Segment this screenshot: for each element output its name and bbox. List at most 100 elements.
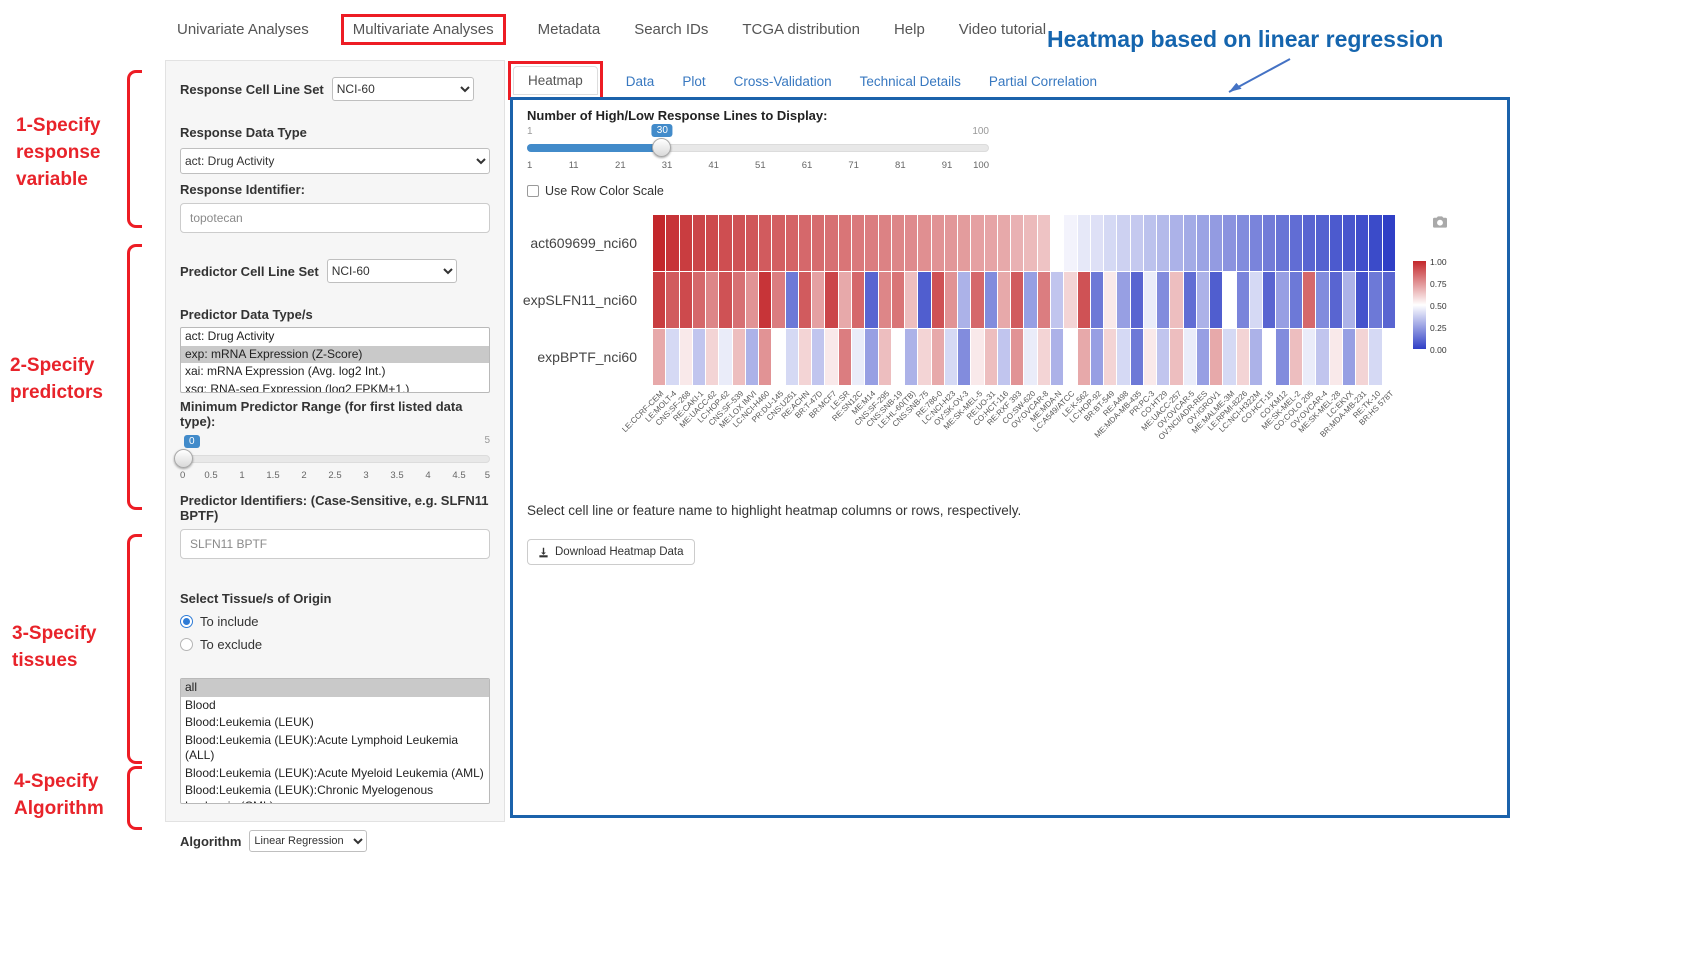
- nav-item-univariate-analyses[interactable]: Univariate Analyses: [175, 15, 311, 44]
- row-color-scale-checkbox[interactable]: [527, 185, 539, 197]
- tissue-exclude-radio[interactable]: To exclude: [180, 637, 490, 652]
- heatmap-cell: [1316, 329, 1328, 385]
- annotation-arrow-icon: [1205, 56, 1300, 102]
- heatmap-cell: [719, 272, 731, 328]
- heatmap-cell: [825, 215, 837, 271]
- nav-item-help[interactable]: Help: [892, 15, 927, 44]
- predictor-data-type-option[interactable]: xsq: RNA-seq Expression (log2 FPKM+1.): [181, 381, 489, 394]
- heatmap-cell: [680, 272, 692, 328]
- heatmap-cell: [958, 329, 970, 385]
- response-identifier-input[interactable]: [180, 203, 490, 233]
- heatmap-cell: [1303, 329, 1315, 385]
- tissue-option[interactable]: all: [181, 679, 489, 697]
- algorithm-select[interactable]: Linear Regression: [249, 830, 367, 852]
- tissue-include-radio[interactable]: To include: [180, 614, 490, 629]
- heatmap-cell: [719, 329, 731, 385]
- predictor-data-type-option[interactable]: exp: mRNA Expression (Z-Score): [181, 346, 489, 364]
- heatmap-cell: [786, 215, 798, 271]
- heatmap-cell: [879, 215, 891, 271]
- heatmap-row-label[interactable]: expSLFN11_nci60: [513, 272, 645, 328]
- heatmap-cell: [852, 272, 864, 328]
- heatmap-cell: [1210, 215, 1222, 271]
- camera-icon[interactable]: [1431, 215, 1449, 229]
- slider-max-label: 5: [484, 435, 490, 446]
- heatmap-cell: [1078, 329, 1090, 385]
- heatmap-cell: [1024, 272, 1036, 328]
- heatmap-cell: [1343, 329, 1355, 385]
- tab-plot[interactable]: Plot: [682, 68, 705, 95]
- heatmap-cell: [1383, 215, 1395, 271]
- predictor-data-type-option[interactable]: act: Drug Activity: [181, 328, 489, 346]
- heatmap-cell: [1250, 215, 1262, 271]
- row-color-scale-option[interactable]: Use Row Color Scale: [527, 184, 664, 198]
- heatmap-cell: [1276, 215, 1288, 271]
- heatmap-cell: [1276, 272, 1288, 328]
- heatmap-cell: [799, 215, 811, 271]
- annotation-step-1: 1-Specify response variable: [16, 112, 128, 193]
- response-cell-line-set-select[interactable]: NCI-60: [332, 77, 474, 101]
- heatmap-cell: [1091, 272, 1103, 328]
- heatmap-cell: [932, 215, 944, 271]
- heatmap-cell: [918, 272, 930, 328]
- tab-partial-correlation[interactable]: Partial Correlation: [989, 68, 1097, 95]
- heatmap-cell: [1157, 215, 1169, 271]
- slider-track[interactable]: [180, 455, 490, 463]
- nav-item-video-tutorial[interactable]: Video tutorial: [957, 15, 1048, 44]
- slider-tick-label: 21: [615, 160, 626, 171]
- tissue-option[interactable]: Blood:Leukemia (LEUK):Acute Myeloid Leuk…: [181, 765, 489, 783]
- heatmap-cell: [918, 215, 930, 271]
- predictor-data-type-option[interactable]: xai: mRNA Expression (Avg. log2 Int.): [181, 363, 489, 381]
- heatmap-cell: [719, 215, 731, 271]
- heatmap-cell: [1078, 272, 1090, 328]
- heatmap-cell: [706, 272, 718, 328]
- heatmap-cell: [971, 329, 983, 385]
- heatmap-row-label[interactable]: expBPTF_nci60: [513, 329, 645, 385]
- download-heatmap-data-button[interactable]: Download Heatmap Data: [527, 539, 695, 565]
- nav-item-tcga-distribution[interactable]: TCGA distribution: [740, 15, 862, 44]
- heatmap-cell: [1024, 215, 1036, 271]
- tissue-option[interactable]: Blood:Leukemia (LEUK):Chronic Myelogenou…: [181, 782, 489, 804]
- heatmap-cell: [892, 215, 904, 271]
- slider-fill: [527, 144, 662, 152]
- heatmap-cell: [1157, 272, 1169, 328]
- slider-tick-label: 91: [942, 160, 953, 171]
- heatmap-cell: [1170, 329, 1182, 385]
- min-predictor-range-slider[interactable]: 0 5 00.511.522.533.544.55: [180, 439, 490, 483]
- slider-tick-label: 2: [301, 470, 306, 481]
- heatmap-cell: [1290, 329, 1302, 385]
- slider-handle[interactable]: [652, 138, 671, 157]
- response-cell-line-set-label: Response Cell Line Set: [180, 82, 324, 97]
- heatmap-cell: [706, 329, 718, 385]
- heatmap-cell: [945, 215, 957, 271]
- heatmap-row: [653, 329, 1395, 385]
- heatmap-cell: [932, 272, 944, 328]
- response-lines-slider[interactable]: 1 100 30 1112131415161718191100: [527, 124, 989, 174]
- heatmap-cell: [971, 272, 983, 328]
- tab-cross-validation[interactable]: Cross-Validation: [734, 68, 832, 95]
- slider-tick-label: 4.5: [452, 470, 465, 481]
- tab-data[interactable]: Data: [626, 68, 655, 95]
- heatmap-cell: [1223, 329, 1235, 385]
- nav-item-metadata[interactable]: Metadata: [536, 15, 603, 44]
- heatmap-cell: [1210, 272, 1222, 328]
- nav-item-search-ids[interactable]: Search IDs: [632, 15, 710, 44]
- heatmap-cell: [839, 272, 851, 328]
- heatmap-cell: [1064, 272, 1076, 328]
- min-predictor-range-label: Minimum Predictor Range (for first liste…: [180, 399, 490, 429]
- heatmap-cell: [852, 329, 864, 385]
- response-data-type-select[interactable]: act: Drug Activity: [180, 148, 490, 174]
- slider-handle[interactable]: [174, 449, 193, 468]
- tab-heatmap[interactable]: Heatmap: [513, 66, 598, 95]
- nav-item-multivariate-analyses[interactable]: Multivariate Analyses: [341, 14, 506, 45]
- tab-technical-details[interactable]: Technical Details: [860, 68, 961, 95]
- tissue-option[interactable]: Blood:Leukemia (LEUK): [181, 714, 489, 732]
- heatmap-row-label[interactable]: act609699_nci60: [513, 215, 645, 271]
- tissue-option[interactable]: Blood: [181, 697, 489, 715]
- predictor-identifiers-input[interactable]: [180, 529, 490, 559]
- tissue-option[interactable]: Blood:Leukemia (LEUK):Acute Lymphoid Leu…: [181, 732, 489, 765]
- predictor-cell-line-set-select[interactable]: NCI-60: [327, 259, 457, 283]
- heatmap-cell: [865, 329, 877, 385]
- slider-tick-label: 61: [802, 160, 813, 171]
- annotation-step-2: 2-Specify predictors: [10, 352, 130, 406]
- heatmap-cell: [1197, 329, 1209, 385]
